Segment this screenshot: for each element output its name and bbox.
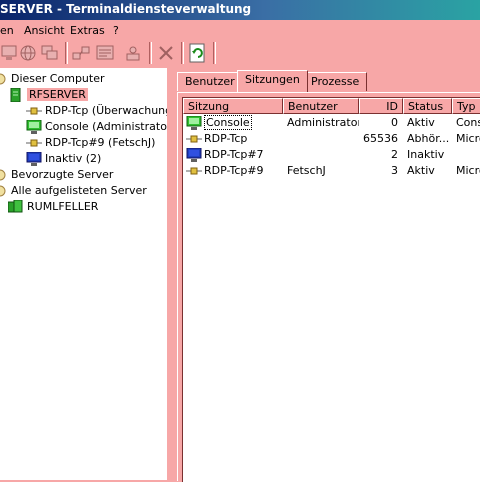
toolbar-separator <box>213 42 216 64</box>
column-header-label: Typ <box>457 100 476 113</box>
message-icon[interactable] <box>94 42 116 64</box>
cell-session: RDP-Tcp#9 <box>186 163 281 179</box>
cell-session-text: Console <box>204 115 252 130</box>
menu-bar: en Ansicht Extras ? <box>0 20 480 38</box>
tab-label: Sitzungen <box>245 73 300 86</box>
title-bar: SERVER - Terminaldiensteverwaltung <box>0 0 480 20</box>
server-tree: Dieser Computer RFSERVER RDP-Tcp (Überwa… <box>0 68 178 480</box>
cell-id: 0 <box>391 116 398 129</box>
detail-pane: Benutzer Sitzungen Prozesse Sitzung Benu… <box>173 68 480 482</box>
menu-item-file-label: en <box>0 24 14 37</box>
column-header-type[interactable]: Typ <box>452 98 480 114</box>
cell-id: 2 <box>391 148 398 161</box>
network-icon <box>26 104 42 118</box>
menu-item-help-label: ? <box>113 24 119 37</box>
server-icon <box>8 88 24 102</box>
tree-item-this-computer[interactable]: Dieser Computer <box>0 71 105 87</box>
cell-type: Micro <box>456 132 480 145</box>
cell-user: Administrator <box>287 116 359 129</box>
tree-item-label: Console (Administrator) <box>45 120 176 133</box>
cell-session: RDP-Tcp <box>186 131 281 147</box>
tab-sessions[interactable]: Sitzungen <box>237 70 308 92</box>
cell-session: RDP-Tcp#7 <box>186 147 281 163</box>
cell-status: Inaktiv <box>407 148 445 161</box>
cell-id: 65536 <box>363 132 398 145</box>
column-header-label: Status <box>408 100 444 113</box>
refresh-icon[interactable] <box>187 42 209 64</box>
tab-processes[interactable]: Prozesse <box>303 72 368 91</box>
cell-user <box>287 147 359 163</box>
computer-icon <box>0 72 8 86</box>
tab-users[interactable]: Benutzer <box>177 72 243 91</box>
toolbar-separator <box>65 42 68 64</box>
window-title: SERVER - Terminaldiensteverwaltung <box>0 2 252 16</box>
column-header-status[interactable]: Status <box>403 98 452 114</box>
network-icon <box>186 132 202 146</box>
tree-item-session-1[interactable]: Console (Administrator) <box>26 119 176 135</box>
tree-item-label: RDP-Tcp#9 (FetschJ) <box>45 136 156 149</box>
network-icon <box>186 164 202 178</box>
folder-icon <box>0 168 8 182</box>
tree-item-label: Bevorzugte Server <box>11 168 114 181</box>
disconnect-icon[interactable] <box>155 42 177 64</box>
column-header-session[interactable]: Sitzung <box>183 98 283 114</box>
connect-icon[interactable] <box>70 42 92 64</box>
console-icon <box>186 116 202 130</box>
tree-item-label: RUMLFELLER <box>27 200 99 213</box>
tree-item-server[interactable]: RFSERVER <box>8 87 88 103</box>
menu-item-extras-label: Extras <box>70 24 105 37</box>
tree-item-label: Inaktiv (2) <box>45 152 102 165</box>
cell-session: Console <box>186 115 281 131</box>
network-icon <box>26 136 42 150</box>
tree-item-label: RDP-Tcp (Überwachungs <box>45 104 178 117</box>
column-header-user[interactable]: Benutzer <box>283 98 359 114</box>
tree-item-all-servers[interactable]: Alle aufgelisteten Server <box>0 183 147 199</box>
tree-item-session-2[interactable]: RDP-Tcp#9 (FetschJ) <box>26 135 155 151</box>
toolbar-separator <box>181 42 184 64</box>
cell-status: Abhör... <box>407 132 450 145</box>
cell-session-text: RDP-Tcp#7 <box>204 148 264 161</box>
tree-item-preferred-servers[interactable]: Bevorzugte Server <box>0 167 113 183</box>
domain-icon <box>8 200 24 214</box>
tree-item-label: Alle aufgelisteten Server <box>11 184 147 197</box>
console-icon <box>26 120 42 134</box>
cell-status: Aktiv <box>407 116 435 129</box>
monitor-icon <box>26 152 42 166</box>
tab-label: Benutzer <box>185 75 235 88</box>
sessions-list: Sitzung Benutzer ID Status Typ Console A… <box>182 97 480 482</box>
globe-icon[interactable] <box>17 42 39 64</box>
cell-id: 3 <box>391 164 398 177</box>
windows-icon[interactable] <box>39 42 61 64</box>
cell-session-text: RDP-Tcp#9 <box>204 164 264 177</box>
folder-icon <box>0 184 8 198</box>
cell-status: Aktiv <box>407 164 435 177</box>
cell-user: FetschJ <box>287 164 326 177</box>
cell-type: Conso <box>456 116 480 129</box>
column-header-label: Sitzung <box>188 100 230 113</box>
monitor-icon <box>186 148 202 162</box>
tree-item-session-3[interactable]: Inaktiv (2) <box>26 151 101 167</box>
tree-item-label: Dieser Computer <box>11 72 105 85</box>
cell-type <box>456 147 480 163</box>
cell-type: Micro <box>456 164 480 177</box>
tree-item-domain[interactable]: RUMLFELLER <box>8 199 98 215</box>
cell-session-text: RDP-Tcp <box>204 132 248 145</box>
toolbar <box>0 38 480 69</box>
column-header-label: ID <box>386 100 398 113</box>
tab-body: Sitzung Benutzer ID Status Typ Console A… <box>177 92 480 482</box>
tree-item-label: RFSERVER <box>27 88 88 101</box>
tab-label: Prozesse <box>311 75 360 88</box>
menu-item-view-label: Ansicht <box>24 24 65 37</box>
cell-user <box>287 131 359 147</box>
column-header-id[interactable]: ID <box>359 98 403 114</box>
column-header-label: Benutzer <box>288 100 338 113</box>
toolbar-separator <box>149 42 152 64</box>
user-icon[interactable] <box>122 42 144 64</box>
tree-item-session-0[interactable]: RDP-Tcp (Überwachungs <box>26 103 178 119</box>
